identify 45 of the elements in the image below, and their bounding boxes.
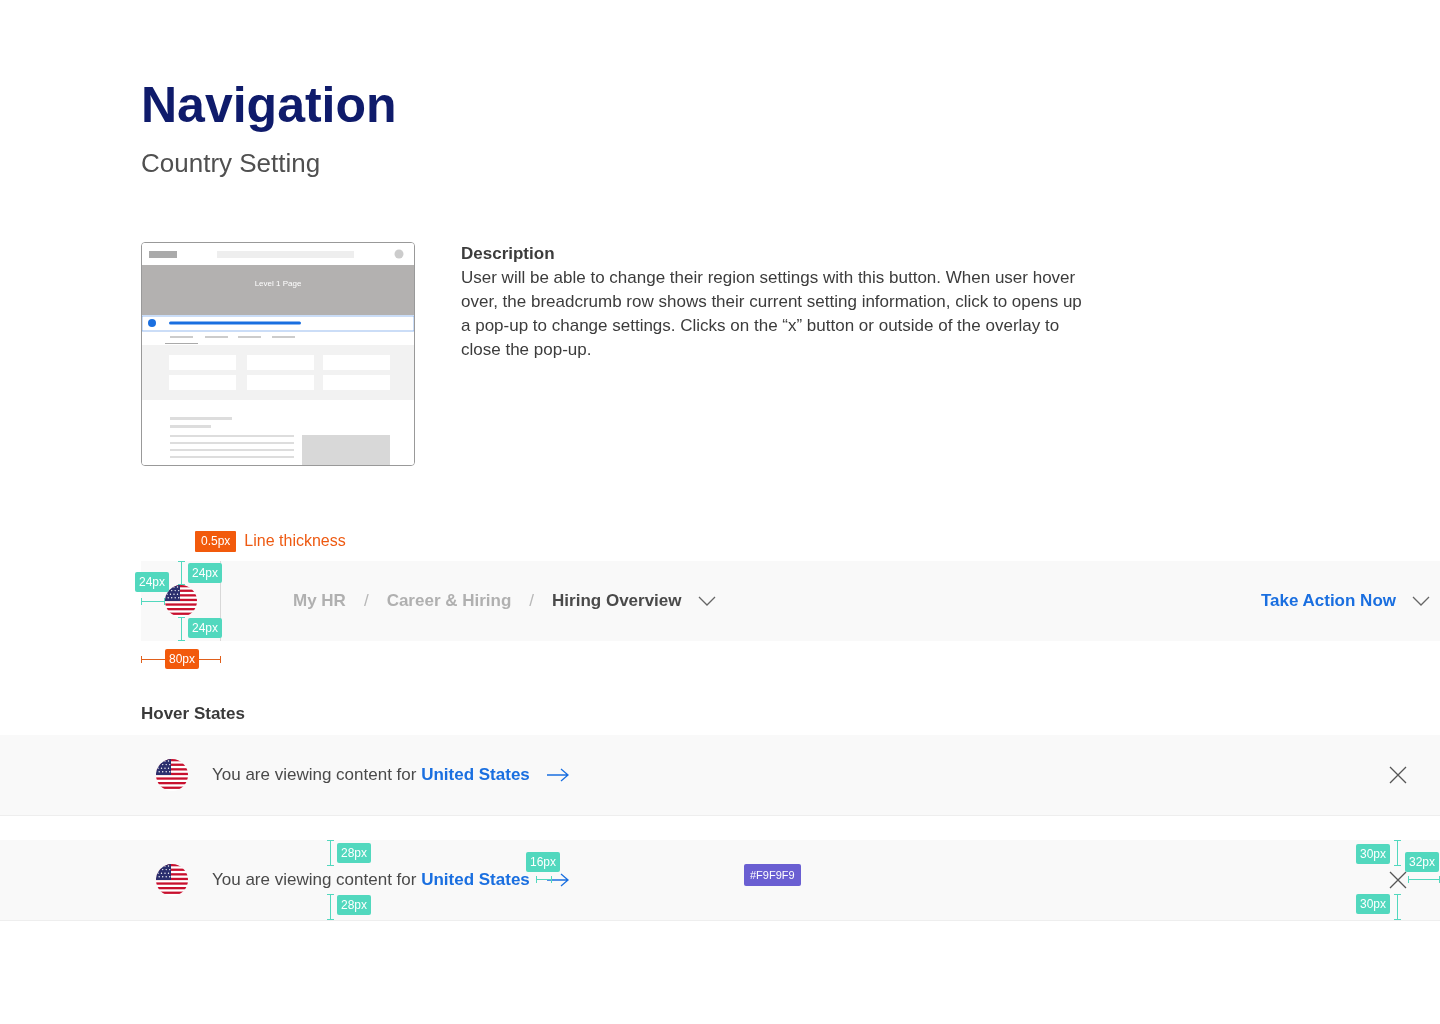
measurement-tag: 80px	[165, 649, 200, 669]
measurement-tag: 28px	[337, 843, 372, 863]
breadcrumb-separator: /	[529, 591, 535, 611]
breadcrumb-link[interactable]: Hiring Overview	[552, 591, 682, 611]
measurement-tag: 24px	[188, 618, 223, 638]
measurement-tag: 0.5px	[195, 530, 237, 552]
annotation-label: Line thickness	[244, 532, 346, 550]
arrow-right-icon[interactable]	[545, 873, 570, 887]
banner-message: You are viewing content for United States	[212, 765, 530, 785]
description-text: User will be able to change their region settings with this button. When user hover over, the breadcrumb row shows their current setting information, click to opens up a pop-up to change settings. Clicks on the “x” button or outside of the overlay to close the pop-up.	[461, 267, 1083, 361]
color-tag: #F9F9F9	[744, 864, 801, 886]
measurement-tag: 28px	[337, 895, 372, 915]
dimension-line	[1408, 876, 1440, 883]
dimension-line	[178, 561, 185, 585]
dimension-line	[327, 840, 334, 866]
take-action-link[interactable]: Take Action Now	[1260, 591, 1396, 611]
country-link[interactable]: United States	[421, 870, 530, 889]
dimension-line	[1394, 840, 1401, 866]
page-subtitle: Country Setting	[141, 148, 321, 178]
chevron-down-icon[interactable]	[697, 596, 716, 606]
dimension-line	[141, 598, 165, 605]
dimension-line	[536, 876, 552, 883]
breadcrumb-separator: /	[363, 591, 369, 611]
dimension-line	[327, 894, 334, 920]
measurement-tag: 16px	[526, 852, 561, 872]
page-title: Navigation	[141, 76, 398, 134]
section-heading: Hover States	[141, 703, 246, 725]
country-link[interactable]: United States	[421, 765, 530, 784]
measurement-tag: 32px	[1405, 852, 1440, 872]
close-icon[interactable]	[1389, 766, 1407, 784]
flag-icon[interactable]	[164, 585, 197, 617]
measurement-tag: 24px	[188, 563, 223, 583]
arrow-right-icon[interactable]	[545, 768, 570, 782]
flag-icon[interactable]	[156, 864, 188, 896]
measurement-tag: 30px	[1356, 844, 1391, 864]
flag-icon[interactable]	[156, 759, 188, 791]
description-heading: Description	[461, 243, 556, 265]
banner-message: You are viewing content for United States	[212, 870, 530, 890]
dimension-line	[178, 617, 185, 641]
thumbnail-caption: Level 1 Page	[253, 279, 303, 288]
measurement-tag: 30px	[1356, 894, 1391, 914]
close-icon[interactable]	[1389, 871, 1407, 889]
measurement-tag: 24px	[135, 572, 170, 592]
chevron-down-icon[interactable]	[1412, 596, 1430, 606]
dimension-line	[1394, 894, 1401, 920]
